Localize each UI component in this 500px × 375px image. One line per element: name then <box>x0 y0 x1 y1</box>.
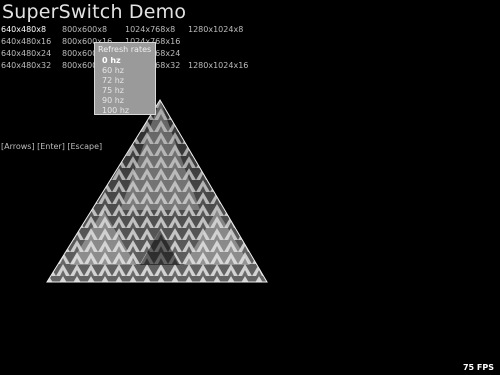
rate-option[interactable]: 100 hz <box>102 106 129 115</box>
refresh-rate-popup: Refresh rates 0 hz 60 hz 72 hz 75 hz 90 … <box>94 42 156 115</box>
fps-counter: 75 FPS <box>462 363 494 372</box>
popup-title: Refresh rates <box>98 45 152 54</box>
rate-option[interactable]: 90 hz <box>102 96 124 105</box>
rate-option[interactable]: 75 hz <box>102 86 124 95</box>
rate-option[interactable]: 0 hz <box>102 56 121 65</box>
rate-option[interactable]: 72 hz <box>102 76 124 85</box>
rate-option[interactable]: 60 hz <box>102 66 124 75</box>
sierpinski-pyramid <box>46 99 268 283</box>
